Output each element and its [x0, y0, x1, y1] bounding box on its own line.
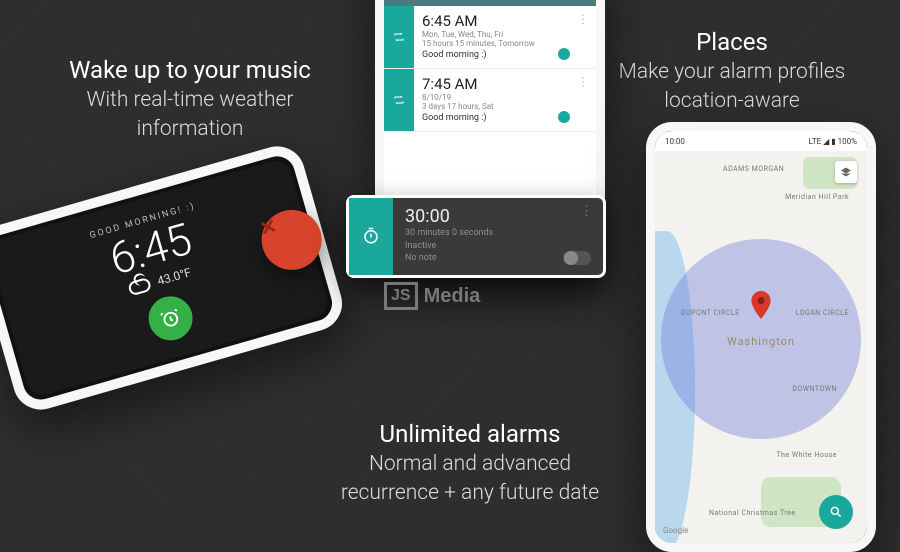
- layers-icon: [840, 166, 852, 178]
- heading-music: Wake up to your music With real-time wea…: [30, 54, 350, 143]
- timer-popup[interactable]: 30:00 30 minutes 0 seconds Inactive No n…: [346, 195, 606, 278]
- more-icon[interactable]: ⋮: [577, 75, 588, 89]
- alarm-countdown-label: 3 days 17 hours, Sat: [422, 102, 588, 111]
- timer-status: Inactive: [405, 240, 591, 253]
- google-attribution: Google: [663, 526, 688, 535]
- alarm-actions: [143, 291, 197, 345]
- pin-icon: [750, 291, 772, 319]
- alarm-toggle[interactable]: [558, 48, 570, 60]
- snooze-button[interactable]: [143, 291, 197, 345]
- repeat-badge: [384, 69, 414, 131]
- phone3-frame: 10:00 LTE ◢ ▮ 100% ADAMS MORGAN Meridian…: [646, 122, 876, 552]
- timer-body: 30:00 30 minutes 0 seconds Inactive No n…: [393, 198, 603, 275]
- repeat-icon: [393, 31, 405, 43]
- alarm-days-label: 8/10/19: [422, 93, 588, 102]
- timer-duration: 30:00: [405, 206, 591, 227]
- heading-alarms-sub1: Normal and advanced: [300, 450, 640, 478]
- map-canvas[interactable]: ADAMS MORGAN Meridian Hill Park DUPONT C…: [655, 151, 867, 543]
- map-label: DUPONT CIRCLE: [681, 309, 740, 317]
- map-city: Washington: [727, 335, 795, 348]
- alarm-row[interactable]: 6:45 AM Mon, Tue, Wed, Thu, Fri 15 hours…: [384, 6, 596, 69]
- heading-alarms-sub2: recurrence + any future date: [300, 479, 640, 507]
- heading-places-sub2: location-aware: [592, 87, 872, 115]
- map-pin[interactable]: [750, 291, 772, 323]
- dismiss-icon: [255, 213, 282, 240]
- alarm-toggle[interactable]: [558, 111, 570, 123]
- heading-places-sub1: Make your alarm profiles: [592, 58, 872, 86]
- search-icon: [829, 505, 843, 519]
- phone-map: 10:00 LTE ◢ ▮ 100% ADAMS MORGAN Meridian…: [646, 122, 876, 552]
- alarm-body: 7:45 AM 8/10/19 3 days 17 hours, Sat Goo…: [414, 69, 596, 131]
- map-label: ADAMS MORGAN: [723, 165, 784, 173]
- watermark: JS Media: [384, 282, 480, 310]
- more-icon[interactable]: ⋮: [580, 204, 593, 219]
- heading-music-title: Wake up to your music: [30, 54, 350, 86]
- alarm-time-label: 6:45 AM: [422, 12, 588, 30]
- repeat-badge: [384, 6, 414, 68]
- timer-detail: 30 minutes 0 seconds: [405, 227, 591, 240]
- heading-places: Places Make your alarm profiles location…: [592, 26, 872, 115]
- alarm-row[interactable]: 7:45 AM 8/10/19 3 days 17 hours, Sat Goo…: [384, 69, 596, 132]
- map-label: National Christmas Tree: [709, 509, 796, 517]
- map-label: DOWNTOWN: [792, 385, 837, 393]
- alarm-countdown-label: 15 hours 15 minutes, Tomorrow: [422, 39, 588, 48]
- heading-alarms-title: Unlimited alarms: [300, 418, 640, 450]
- map-label: LOGAN CIRCLE: [795, 309, 849, 317]
- status-right: LTE ◢ ▮ 100%: [809, 137, 857, 146]
- watermark-text: Media: [424, 285, 481, 308]
- alarm-time-label: 7:45 AM: [422, 75, 588, 93]
- status-bar: 10:00 LTE ◢ ▮ 100%: [655, 131, 867, 151]
- alarm-body: 6:45 AM Mon, Tue, Wed, Thu, Fri 15 hours…: [414, 6, 596, 68]
- timer-icon: [362, 227, 380, 245]
- heading-music-sub1: With real-time weather: [30, 86, 350, 114]
- heading-places-title: Places: [592, 26, 872, 58]
- heading-alarms: Unlimited alarms Normal and advanced rec…: [300, 418, 640, 507]
- map-label: Meridian Hill Park: [785, 193, 849, 201]
- status-time: 10:00: [665, 137, 685, 146]
- snooze-icon: [157, 305, 184, 332]
- map-label: The White House: [776, 451, 837, 459]
- alarm-days-label: Mon, Tue, Wed, Thu, Fri: [422, 30, 588, 39]
- timer-badge: [349, 198, 393, 275]
- layers-button[interactable]: [835, 161, 857, 183]
- timer-toggle[interactable]: [563, 251, 591, 265]
- repeat-icon: [393, 94, 405, 106]
- more-icon[interactable]: ⋮: [577, 12, 588, 26]
- watermark-logo: JS: [384, 282, 418, 310]
- search-button[interactable]: [819, 495, 853, 529]
